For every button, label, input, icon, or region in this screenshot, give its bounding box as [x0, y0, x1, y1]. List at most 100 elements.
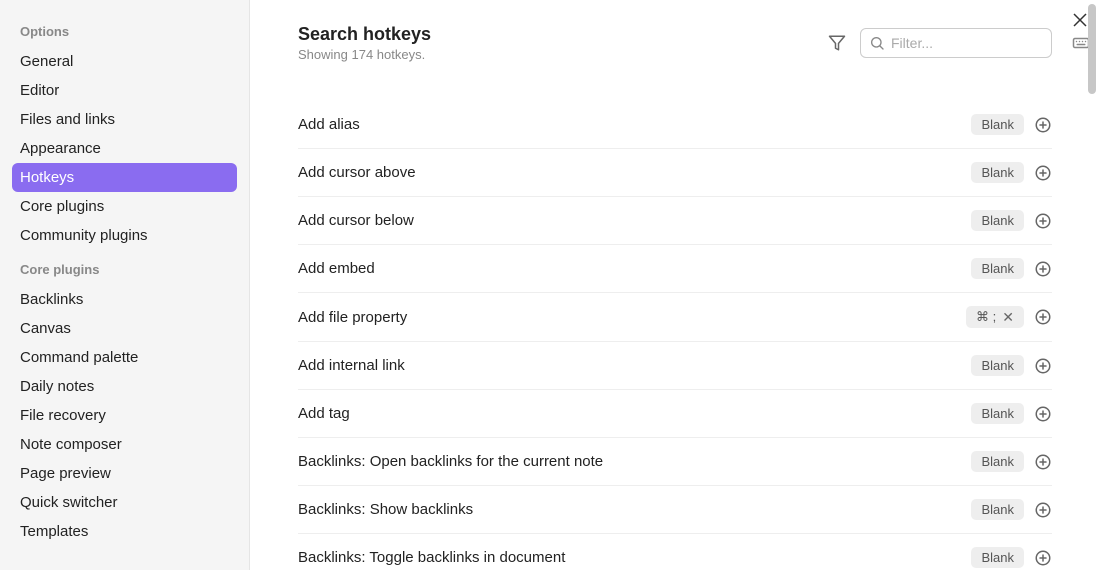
hotkey-name: Backlinks: Open backlinks for the curren…	[298, 453, 603, 470]
hotkey-binding-badge[interactable]: ⌘ ; ✕	[966, 306, 1024, 328]
plus-circle-icon	[1034, 260, 1052, 278]
hotkey-row: Backlinks: Show backlinks Blank	[298, 486, 1052, 534]
hotkey-name: Add cursor below	[298, 212, 414, 229]
add-hotkey-button[interactable]	[1034, 212, 1052, 230]
add-hotkey-button[interactable]	[1034, 453, 1052, 471]
sidebar-item-note-composer[interactable]: Note composer	[12, 430, 237, 459]
hotkey-blank-badge: Blank	[971, 114, 1024, 135]
search-field[interactable]	[860, 28, 1052, 58]
hotkey-blank-badge: Blank	[971, 547, 1024, 568]
search-icon	[869, 35, 885, 51]
plus-circle-icon	[1034, 212, 1052, 230]
hotkey-blank-label: Blank	[981, 454, 1014, 469]
hotkey-blank-badge: Blank	[971, 499, 1024, 520]
hotkey-name: Add tag	[298, 405, 350, 422]
hotkey-row: Add cursor above Blank	[298, 149, 1052, 197]
sidebar: Options GeneralEditorFiles and linksAppe…	[0, 0, 250, 570]
hotkey-actions: Blank	[971, 499, 1052, 520]
sidebar-item-canvas[interactable]: Canvas	[12, 314, 237, 343]
plus-circle-icon	[1034, 405, 1052, 423]
hotkey-row: Add file property ⌘ ; ✕	[298, 293, 1052, 342]
plus-circle-icon	[1034, 453, 1052, 471]
hotkey-row: Add cursor below Blank	[298, 197, 1052, 245]
hotkey-actions: Blank	[971, 403, 1052, 424]
hotkey-list: Add aliasBlankAdd cursor aboveBlankAdd c…	[298, 90, 1052, 570]
hotkey-blank-label: Blank	[981, 213, 1014, 228]
plus-circle-icon	[1034, 116, 1052, 134]
sidebar-header-options: Options	[12, 12, 237, 47]
plus-circle-icon	[1034, 501, 1052, 519]
hotkey-actions: Blank	[971, 547, 1052, 568]
hotkey-actions: Blank	[971, 162, 1052, 183]
scrollbar-thumb[interactable]	[1088, 4, 1096, 94]
sidebar-item-templates[interactable]: Templates	[12, 517, 237, 546]
hotkey-actions: Blank	[971, 451, 1052, 472]
hotkey-blank-label: Blank	[981, 358, 1014, 373]
sidebar-item-community-plugins[interactable]: Community plugins	[12, 221, 237, 250]
search-input[interactable]	[891, 35, 1072, 51]
filter-button[interactable]	[826, 32, 848, 54]
hotkey-row: Add internal link Blank	[298, 342, 1052, 390]
plus-circle-icon	[1034, 357, 1052, 375]
add-hotkey-button[interactable]	[1034, 501, 1052, 519]
hotkey-blank-label: Blank	[981, 117, 1014, 132]
scrollbar[interactable]	[1084, 0, 1100, 570]
sidebar-item-file-recovery[interactable]: File recovery	[12, 401, 237, 430]
content-pane: Search hotkeys Showing 174 hotkeys.	[250, 0, 1100, 570]
hotkey-actions: Blank	[971, 210, 1052, 231]
hotkey-binding-label: ⌘ ;	[976, 309, 996, 325]
sidebar-item-daily-notes[interactable]: Daily notes	[12, 372, 237, 401]
hotkey-blank-label: Blank	[981, 502, 1014, 517]
hotkey-name: Add internal link	[298, 357, 405, 374]
hotkey-name: Add file property	[298, 309, 407, 326]
hotkey-name: Backlinks: Toggle backlinks in document	[298, 549, 565, 566]
plus-circle-icon	[1034, 308, 1052, 326]
add-hotkey-button[interactable]	[1034, 116, 1052, 134]
sidebar-item-core-plugins[interactable]: Core plugins	[12, 192, 237, 221]
hotkey-row: Add alias Blank	[298, 90, 1052, 149]
hotkey-name: Add cursor above	[298, 164, 416, 181]
sidebar-item-page-preview[interactable]: Page preview	[12, 459, 237, 488]
sidebar-item-editor[interactable]: Editor	[12, 76, 237, 105]
plus-circle-icon	[1034, 549, 1052, 567]
sidebar-item-backlinks[interactable]: Backlinks	[12, 285, 237, 314]
add-hotkey-button[interactable]	[1034, 164, 1052, 182]
hotkey-blank-badge: Blank	[971, 451, 1024, 472]
sidebar-header-core-plugins: Core plugins	[12, 250, 237, 285]
hotkey-name: Backlinks: Show backlinks	[298, 501, 473, 518]
remove-binding-button[interactable]: ✕	[1002, 310, 1014, 324]
hotkey-blank-label: Blank	[981, 550, 1014, 565]
sidebar-item-command-palette[interactable]: Command palette	[12, 343, 237, 372]
page-subtitle: Showing 174 hotkeys.	[298, 47, 431, 62]
sidebar-item-files-and-links[interactable]: Files and links	[12, 105, 237, 134]
hotkey-blank-label: Blank	[981, 165, 1014, 180]
hotkey-row: Backlinks: Open backlinks for the curren…	[298, 438, 1052, 486]
sidebar-item-hotkeys[interactable]: Hotkeys	[12, 163, 237, 192]
hotkey-name: Add alias	[298, 116, 360, 133]
hotkey-blank-badge: Blank	[971, 258, 1024, 279]
hotkey-actions: Blank	[971, 114, 1052, 135]
hotkey-actions: ⌘ ; ✕	[966, 306, 1052, 328]
hotkey-blank-badge: Blank	[971, 210, 1024, 231]
add-hotkey-button[interactable]	[1034, 260, 1052, 278]
add-hotkey-button[interactable]	[1034, 549, 1052, 567]
sidebar-item-quick-switcher[interactable]: Quick switcher	[12, 488, 237, 517]
funnel-icon	[828, 34, 846, 52]
hotkey-blank-label: Blank	[981, 261, 1014, 276]
plus-circle-icon	[1034, 164, 1052, 182]
add-hotkey-button[interactable]	[1034, 405, 1052, 423]
hotkey-blank-badge: Blank	[971, 403, 1024, 424]
page-title: Search hotkeys	[298, 24, 431, 45]
add-hotkey-button[interactable]	[1034, 357, 1052, 375]
hotkey-actions: Blank	[971, 355, 1052, 376]
header-row: Search hotkeys Showing 174 hotkeys.	[298, 24, 1052, 62]
add-hotkey-button[interactable]	[1034, 308, 1052, 326]
hotkey-blank-badge: Blank	[971, 162, 1024, 183]
hotkey-blank-label: Blank	[981, 406, 1014, 421]
sidebar-item-appearance[interactable]: Appearance	[12, 134, 237, 163]
sidebar-item-general[interactable]: General	[12, 47, 237, 76]
settings-modal: Options GeneralEditorFiles and linksAppe…	[0, 0, 1100, 570]
hotkey-name: Add embed	[298, 260, 375, 277]
hotkey-row: Add embed Blank	[298, 245, 1052, 293]
hotkey-blank-badge: Blank	[971, 355, 1024, 376]
